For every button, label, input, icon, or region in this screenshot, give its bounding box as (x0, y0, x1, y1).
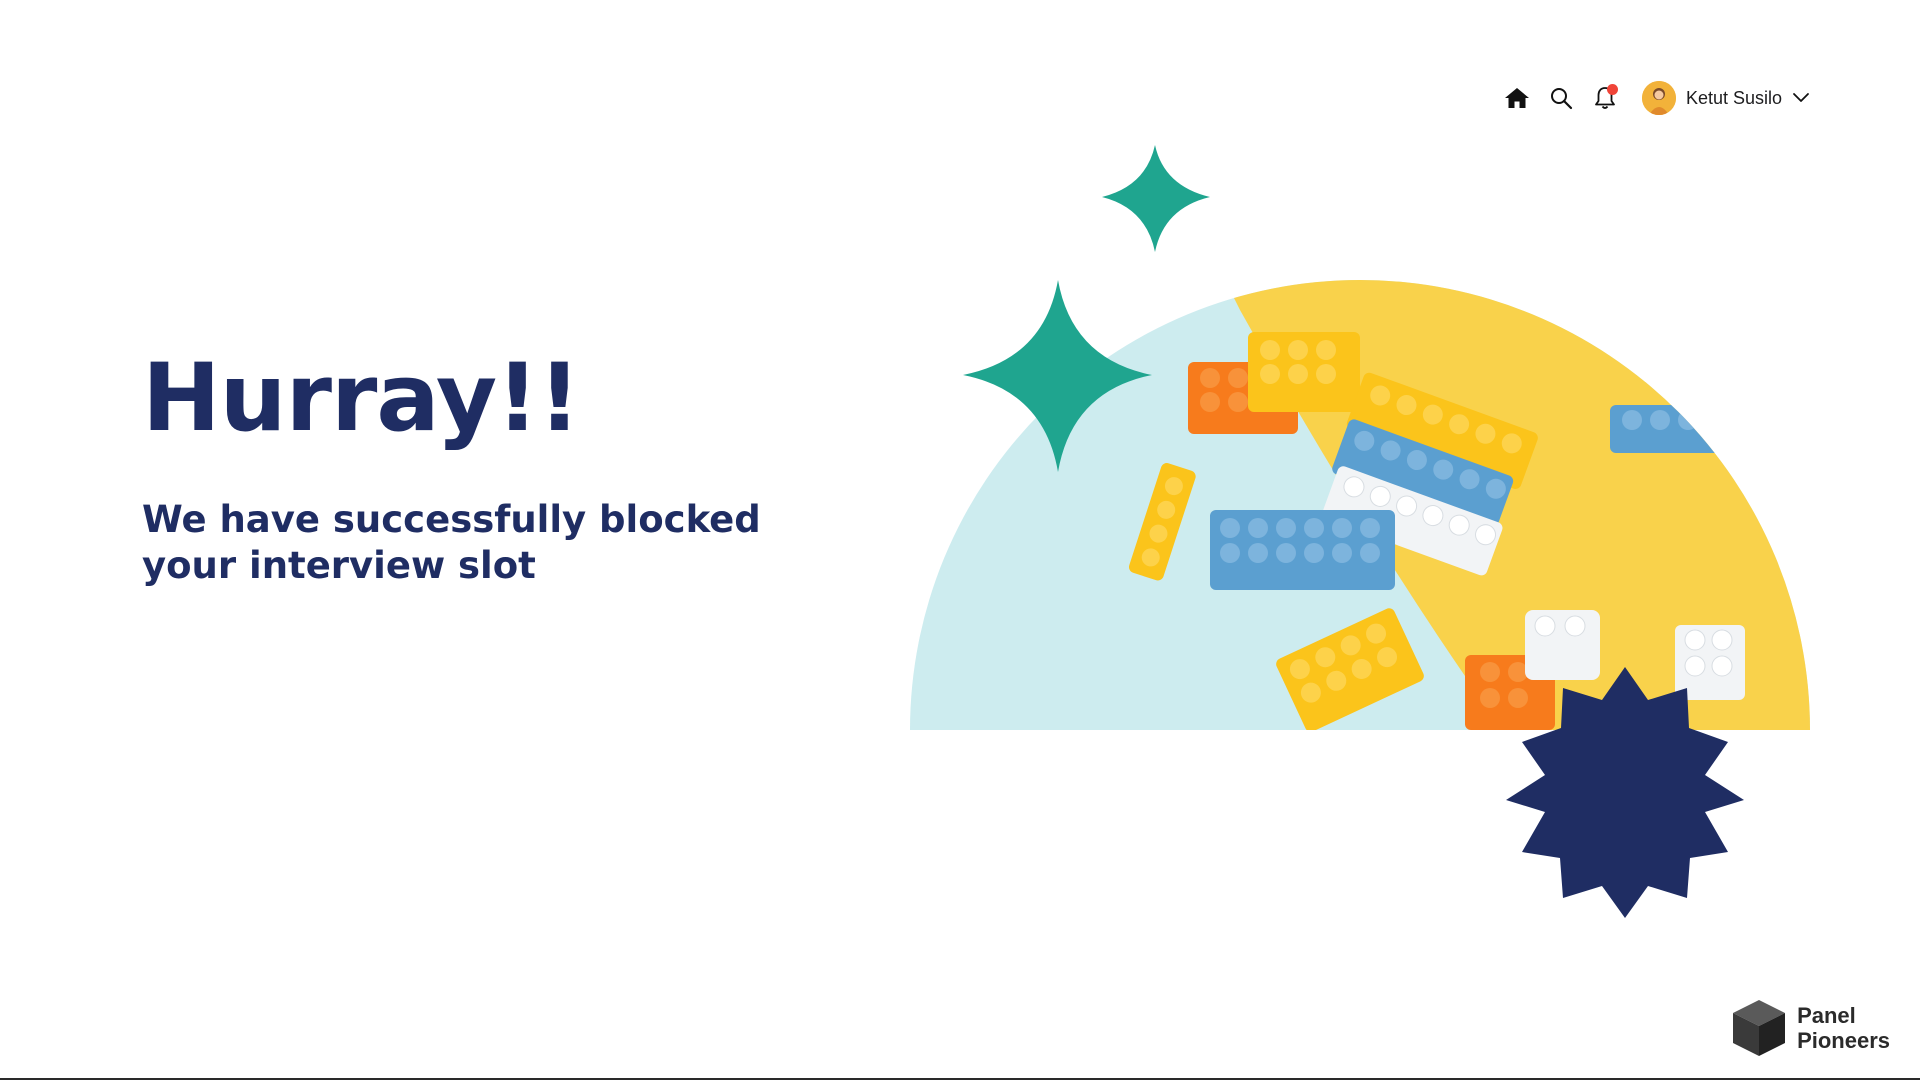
starburst (1506, 667, 1744, 918)
brand-line-1: Panel (1797, 1003, 1856, 1028)
page-title: Hurray!! (142, 344, 581, 453)
search-icon[interactable] (1546, 83, 1576, 113)
notification-badge (1606, 84, 1618, 95)
confirmation-message: We have successfully blocked your interv… (142, 498, 761, 587)
home-icon[interactable] (1502, 83, 1532, 113)
bell-icon[interactable] (1590, 83, 1620, 113)
lego-photo (910, 280, 1810, 730)
sparkle-small (1102, 145, 1210, 252)
cube-icon (1733, 1000, 1786, 1056)
brand-logo: Panel Pioneers (1731, 998, 1890, 1058)
confirmation-page: Ketut Susilo Hurray!! We have successful… (0, 0, 1920, 1080)
user-name: Ketut Susilo (1685, 87, 1782, 108)
top-nav: Ketut Susilo (1502, 78, 1810, 118)
user-menu[interactable]: Ketut Susilo (1641, 81, 1810, 115)
sparkle-large (963, 280, 1152, 472)
brand-name: Panel Pioneers (1797, 1003, 1890, 1053)
chevron-down-icon[interactable] (1792, 89, 1810, 108)
brand-line-2: Pioneers (1797, 1028, 1890, 1053)
avatar (1641, 81, 1676, 115)
